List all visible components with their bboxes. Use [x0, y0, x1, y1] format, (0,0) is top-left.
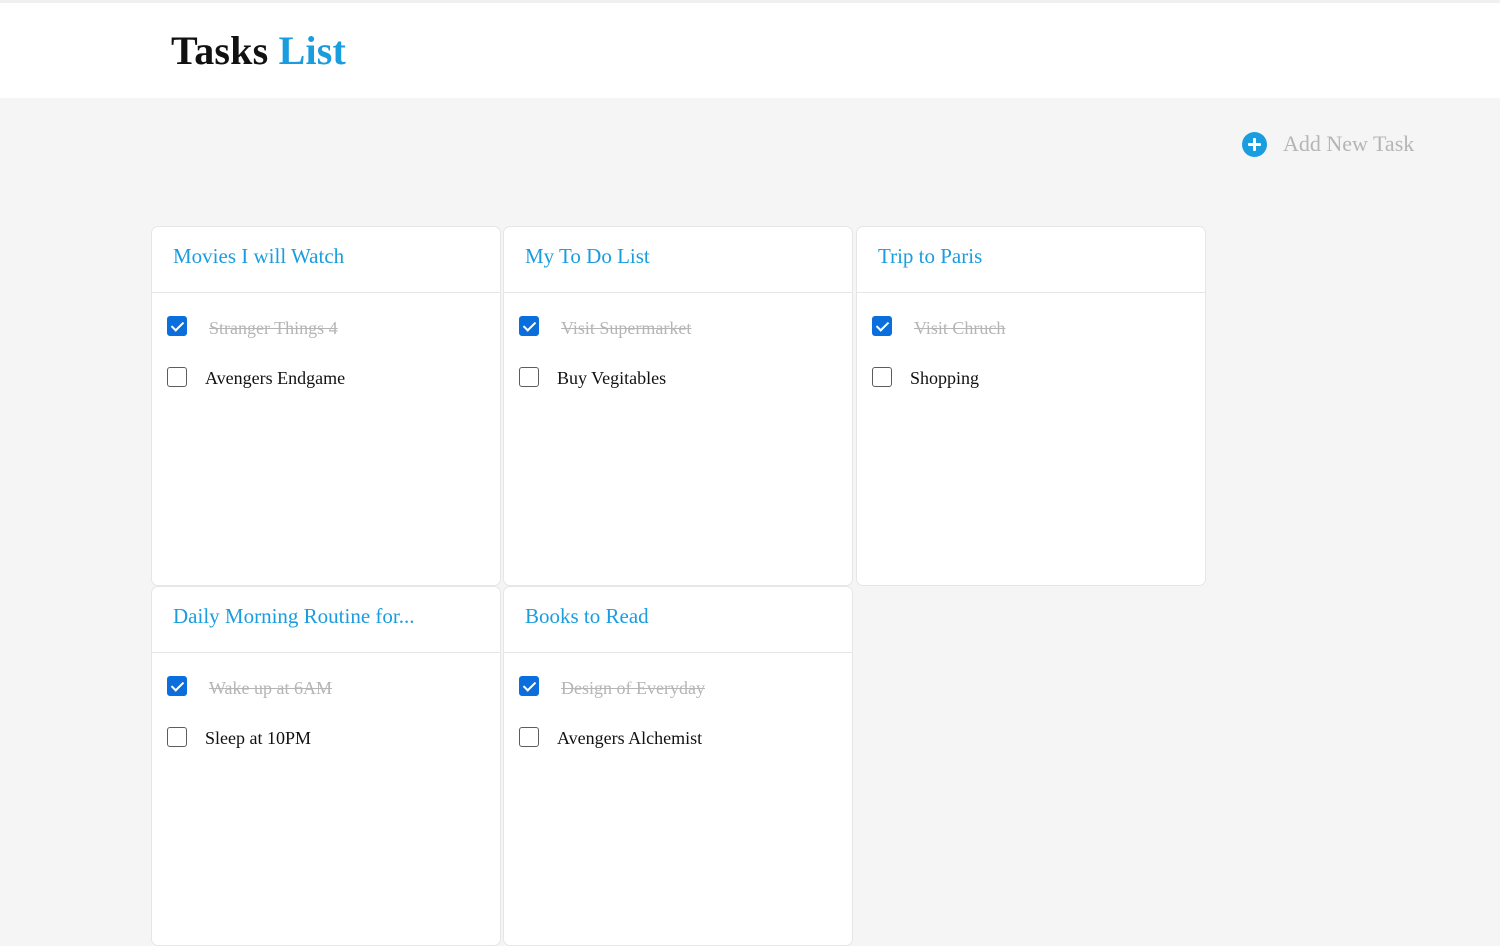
task-card: Movies I will Watch Stranger Things 4 Av… — [151, 226, 501, 586]
task-label: Wake up at 6AM — [209, 678, 333, 698]
task-item: Visit Chruch — [857, 315, 1205, 366]
card-title[interactable]: My To Do List — [525, 244, 650, 268]
task-checkbox[interactable] — [519, 727, 539, 747]
task-item: Wake up at 6AM — [152, 675, 500, 726]
task-checkbox[interactable] — [167, 367, 187, 387]
task-label: Avengers Alchemist — [557, 728, 703, 748]
task-list: Visit Chruch Shopping — [857, 293, 1205, 417]
card-header: Movies I will Watch — [152, 227, 500, 293]
page-title: Tasks List — [171, 27, 346, 74]
card-title[interactable]: Trip to Paris — [878, 244, 982, 268]
task-label: Visit Chruch — [914, 318, 1006, 338]
task-item: Design of Everyday — [504, 675, 852, 726]
card-header: My To Do List — [504, 227, 852, 293]
task-label: Visit Supermarket — [561, 318, 692, 338]
task-list: Visit Supermarket Buy Vegitables — [504, 293, 852, 417]
task-item: Avengers Alchemist — [504, 726, 852, 777]
task-item: Stranger Things 4 — [152, 315, 500, 366]
add-new-task-button[interactable]: Add New Task — [1242, 131, 1414, 157]
task-checkbox[interactable] — [519, 316, 539, 336]
task-checkbox[interactable] — [167, 676, 187, 696]
task-label: Sleep at 10PM — [205, 728, 311, 748]
title-main: Tasks — [171, 28, 269, 73]
task-card: Books to Read Design of Everyday Avenger… — [503, 586, 853, 946]
add-new-task-label: Add New Task — [1283, 131, 1415, 156]
card-title[interactable]: Books to Read — [525, 604, 649, 628]
task-checkbox[interactable] — [167, 727, 187, 747]
task-item: Buy Vegitables — [504, 366, 852, 417]
title-accent: List — [278, 28, 347, 73]
task-checkbox[interactable] — [167, 316, 187, 336]
app-header: Tasks List — [0, 0, 1500, 98]
task-label: Design of Everyday — [561, 678, 705, 698]
task-item: Shopping — [857, 366, 1205, 417]
card-title[interactable]: Movies I will Watch — [173, 244, 344, 268]
task-item: Visit Supermarket — [504, 315, 852, 366]
task-card: Trip to Paris Visit Chruch Shopping — [856, 226, 1206, 586]
task-label: Stranger Things 4 — [209, 318, 338, 338]
task-list: Design of Everyday Avengers Alchemist — [504, 653, 852, 777]
task-card: My To Do List Visit Supermarket Buy Vegi… — [503, 226, 853, 586]
card-header: Daily Morning Routine for... — [152, 587, 500, 653]
task-list: Stranger Things 4 Avengers Endgame — [152, 293, 500, 417]
card-header: Trip to Paris — [857, 227, 1205, 293]
plus-circle-icon[interactable] — [1242, 131, 1267, 157]
task-item: Sleep at 10PM — [152, 726, 500, 777]
task-card: Daily Morning Routine for... Wake up at … — [151, 586, 501, 946]
task-checkbox[interactable] — [872, 316, 892, 336]
task-list: Wake up at 6AM Sleep at 10PM — [152, 653, 500, 777]
task-item: Avengers Endgame — [152, 366, 500, 417]
card-header: Books to Read — [504, 587, 852, 653]
task-label: Buy Vegitables — [557, 368, 667, 388]
task-checkbox[interactable] — [872, 367, 892, 387]
task-label: Shopping — [910, 368, 980, 388]
task-label: Avengers Endgame — [205, 368, 346, 388]
task-checkbox[interactable] — [519, 676, 539, 696]
task-checkbox[interactable] — [519, 367, 539, 387]
card-title[interactable]: Daily Morning Routine for... — [173, 604, 414, 628]
